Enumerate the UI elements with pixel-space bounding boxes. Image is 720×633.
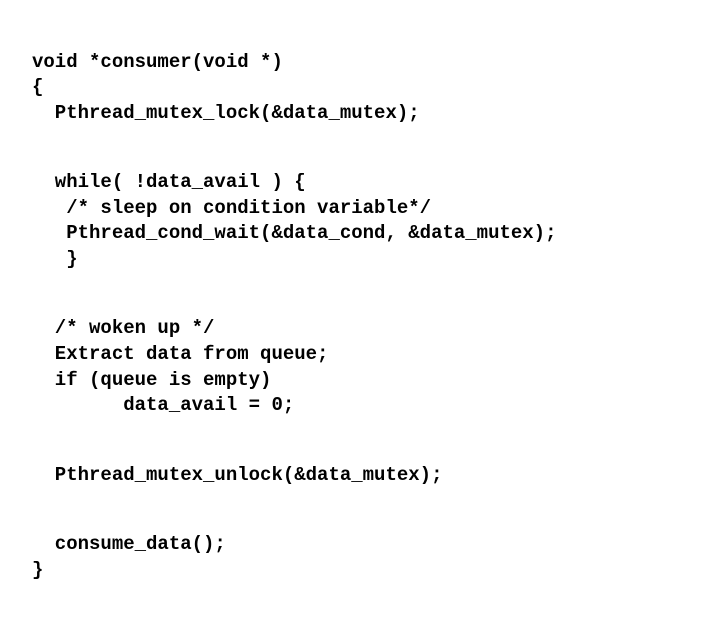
code-line: consume_data(); <box>32 533 226 555</box>
code-line: Pthread_mutex_lock(&data_mutex); <box>32 102 420 124</box>
code-para-4: Pthread_mutex_unlock(&data_mutex); <box>32 463 688 489</box>
code-line: } <box>32 248 78 270</box>
code-line: while( !data_avail ) { <box>32 171 306 193</box>
code-line: /* sleep on condition variable*/ <box>32 197 431 219</box>
code-snippet: void *consumer(void *) { Pthread_mutex_l… <box>0 0 720 633</box>
code-line: data_avail = 0; <box>32 394 294 416</box>
code-line: if (queue is empty) <box>32 369 271 391</box>
code-line: } <box>32 559 43 581</box>
code-para-3: /* woken up */ Extract data from queue; … <box>32 316 688 419</box>
code-line: Pthread_mutex_unlock(&data_mutex); <box>32 464 442 486</box>
code-line: /* woken up */ <box>32 317 214 339</box>
code-para-2: while( !data_avail ) { /* sleep on condi… <box>32 170 688 273</box>
code-para-1: void *consumer(void *) { Pthread_mutex_l… <box>32 50 688 127</box>
code-line: void *consumer(void *) <box>32 51 283 73</box>
code-line: Pthread_cond_wait(&data_cond, &data_mute… <box>32 222 557 244</box>
code-line: { <box>32 76 43 98</box>
code-line: Extract data from queue; <box>32 343 328 365</box>
